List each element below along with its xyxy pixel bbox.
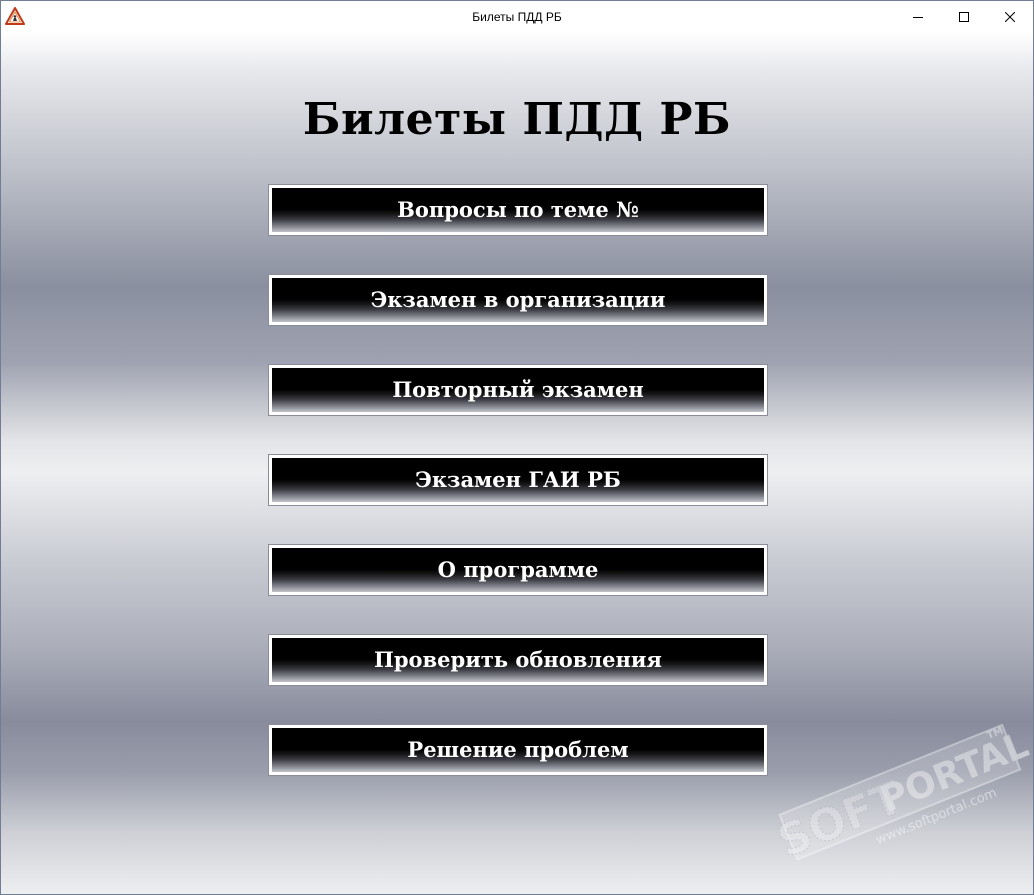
page-title: Билеты ПДД РБ	[302, 94, 732, 145]
window-title: Билеты ПДД РБ	[472, 10, 562, 24]
app-window: Билеты ПДД РБ Билеты ПДД РБ Вопросы по т…	[0, 0, 1034, 895]
maximize-button[interactable]	[941, 1, 987, 32]
softportal-watermark: SOFT PORTAL TM www.softportal.com	[771, 723, 1033, 861]
organization-exam-button[interactable]: Экзамен в организации	[269, 275, 767, 325]
troubleshooting-button-label: Решение проблем	[407, 736, 629, 762]
check-updates-button-label: Проверить обновления	[374, 646, 662, 672]
gai-exam-button-label: Экзамен ГАИ РБ	[415, 466, 621, 492]
about-button-label: О программе	[437, 556, 599, 582]
minimize-button[interactable]	[895, 1, 941, 32]
minimize-icon	[913, 16, 923, 18]
repeat-exam-button-label: Повторный экзамен	[392, 376, 644, 402]
gai-exam-button[interactable]: Экзамен ГАИ РБ	[269, 455, 767, 505]
topic-questions-button[interactable]: Вопросы по теме №	[269, 185, 767, 235]
maximize-icon	[959, 11, 969, 22]
organization-exam-button-label: Экзамен в организации	[370, 286, 666, 312]
close-icon	[1005, 11, 1015, 22]
about-button[interactable]: О программе	[269, 545, 767, 595]
troubleshooting-button[interactable]: Решение проблем	[269, 725, 767, 775]
check-updates-button[interactable]: Проверить обновления	[269, 635, 767, 685]
title-bar[interactable]: Билеты ПДД РБ	[1, 1, 1033, 32]
topic-questions-button-label: Вопросы по теме №	[397, 196, 639, 222]
close-button[interactable]	[987, 1, 1033, 32]
repeat-exam-button[interactable]: Повторный экзамен	[269, 365, 767, 415]
